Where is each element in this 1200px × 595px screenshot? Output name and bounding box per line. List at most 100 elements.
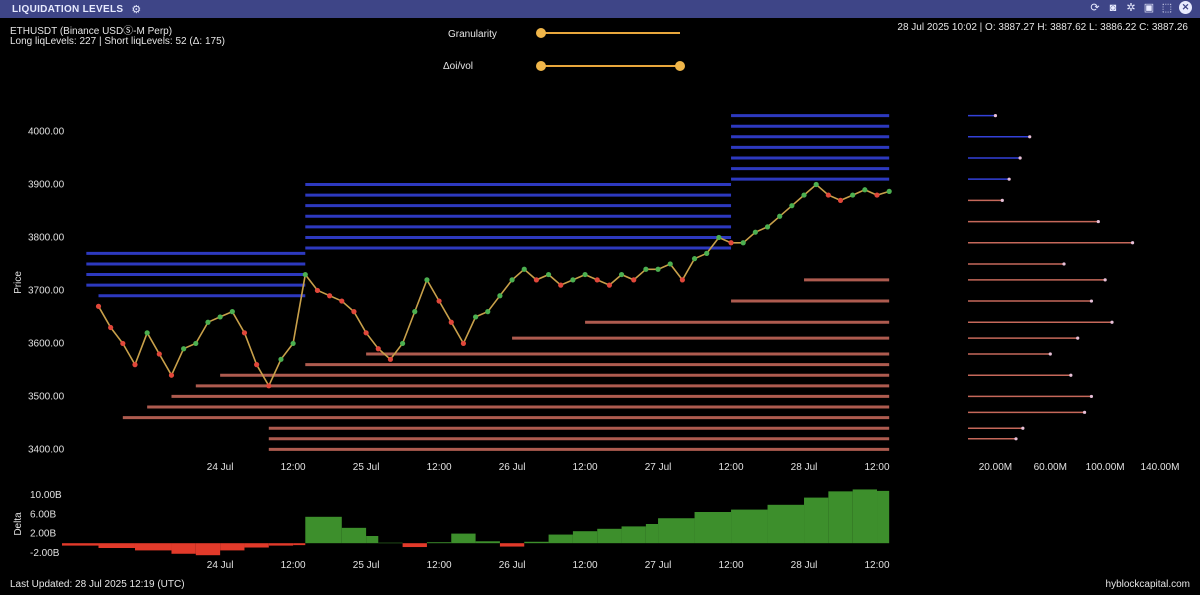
delta-bar (828, 491, 853, 544)
price-point (679, 277, 685, 283)
profile-bar-end (1110, 320, 1114, 324)
delta-bar (293, 543, 306, 546)
profile-bar-end (1089, 299, 1094, 303)
price-point (424, 277, 430, 283)
time-tick-label: 12:00 (719, 462, 744, 473)
time-axis: 24 Jul 12:00 25 Jul 12:00 26 Jul 12:00 27 Jul 1… (207, 462, 890, 473)
price-point (460, 340, 467, 347)
price-point (643, 266, 649, 272)
price-axis-title: Price (13, 271, 24, 294)
price-point (886, 188, 892, 194)
price-point (545, 271, 552, 278)
time-tick-label: 28 Jul (791, 462, 818, 473)
price-point (801, 192, 807, 198)
time-tick-label: 12:00 (427, 462, 452, 473)
delta-bar (426, 542, 452, 544)
delta-bar (645, 524, 659, 544)
profile-bar-end (1103, 278, 1107, 282)
price-point (290, 340, 296, 347)
price-point (229, 309, 235, 315)
price-point (631, 277, 637, 283)
delta-tick-label: 10.00B (30, 490, 62, 501)
delta-bar (402, 543, 427, 548)
delta-axis-title: Delta (13, 512, 24, 536)
delta-bar (852, 489, 878, 544)
delta-bar (499, 543, 525, 547)
profile-bar-end (1007, 177, 1011, 181)
price-point (181, 346, 187, 352)
price-point (217, 314, 223, 320)
delta-tick-label: -2.00B (30, 548, 60, 559)
price-point (132, 362, 138, 368)
price-tick-label: 4000.00 (28, 126, 65, 137)
delta-time-tick-label: 12:00 (427, 560, 452, 571)
delta-time-tick-label: 12:00 (281, 560, 306, 571)
price-point (764, 224, 771, 230)
price-point (752, 229, 758, 235)
profile-bar-end (993, 113, 998, 118)
delta-tick-label: 2.00B (30, 529, 56, 540)
volume-tick-label: 140.00M (1141, 462, 1180, 473)
profile-bar-end (1048, 352, 1052, 356)
price-point (606, 282, 612, 288)
delta-time-tick-label: 12:00 (719, 560, 744, 571)
delta-bar (451, 533, 476, 544)
price-point (728, 240, 734, 246)
price-axis: 4000.00 3900.00 3800.00 3700.00 3600.00 3500.… (28, 126, 65, 455)
price-point (266, 383, 272, 389)
volume-tick-label: 100.00M (1086, 462, 1125, 473)
price-point (363, 330, 369, 336)
price-point (850, 192, 856, 198)
price-point (558, 282, 564, 288)
volume-tick-label: 60.00M (1034, 462, 1067, 473)
time-tick-label: 27 Jul (645, 462, 672, 473)
price-point (95, 303, 102, 309)
price-point (168, 372, 175, 378)
price-point (618, 271, 625, 278)
delta-bar (524, 541, 549, 544)
price-point (485, 309, 491, 315)
liquidation-profile: 20.00M 60.00M 100.00M 140.00M (968, 113, 1180, 473)
price-point (655, 266, 661, 272)
time-tick-label: 12:00 (281, 462, 306, 473)
delta-bar (134, 543, 172, 551)
profile-bar-end (1062, 262, 1066, 266)
price-point (521, 266, 527, 272)
price-point (278, 356, 284, 362)
profile-bar-end (1021, 426, 1025, 430)
time-tick-label: 25 Jul (353, 462, 380, 473)
time-tick-label: 12:00 (573, 462, 598, 473)
chart-area: 4000.00 3900.00 3800.00 3700.00 3600.00 3500.… (13, 113, 1180, 571)
profile-bar-end (1076, 336, 1080, 340)
last-updated: Last Updated: 28 Jul 2025 12:19 (UTC) (10, 579, 185, 590)
price-point (813, 181, 819, 188)
price-point (594, 277, 600, 283)
price-tick-label: 3500.00 (28, 391, 65, 402)
delta-bar (171, 543, 196, 554)
price-tick-label: 3600.00 (28, 338, 65, 349)
price-point (205, 319, 211, 325)
price-point (412, 309, 418, 315)
price-point (144, 330, 150, 336)
delta-time-tick-label: 25 Jul (353, 560, 380, 571)
price-point (704, 250, 710, 256)
profile-bar-end (1089, 394, 1094, 399)
price-point (874, 192, 880, 198)
time-tick-label: 24 Jul (207, 462, 234, 473)
delta-bar (694, 512, 732, 544)
axis-titles: Price Delta (13, 271, 24, 536)
delta-bar (366, 536, 379, 544)
delta-bar (220, 543, 245, 551)
delta-time-tick-label: 27 Jul (645, 560, 672, 571)
price-point (497, 293, 503, 299)
delta-bar (548, 534, 573, 544)
price-point (193, 340, 199, 347)
price-point (789, 203, 795, 209)
profile-bar-end (1014, 437, 1018, 441)
price-point (375, 346, 381, 352)
delta-bar (378, 542, 403, 544)
price-tick-label: 3400.00 (28, 444, 65, 455)
price-tick-label: 3900.00 (28, 179, 65, 190)
delta-tick-label: 6.00B (30, 509, 56, 520)
delta-bar (731, 509, 768, 544)
